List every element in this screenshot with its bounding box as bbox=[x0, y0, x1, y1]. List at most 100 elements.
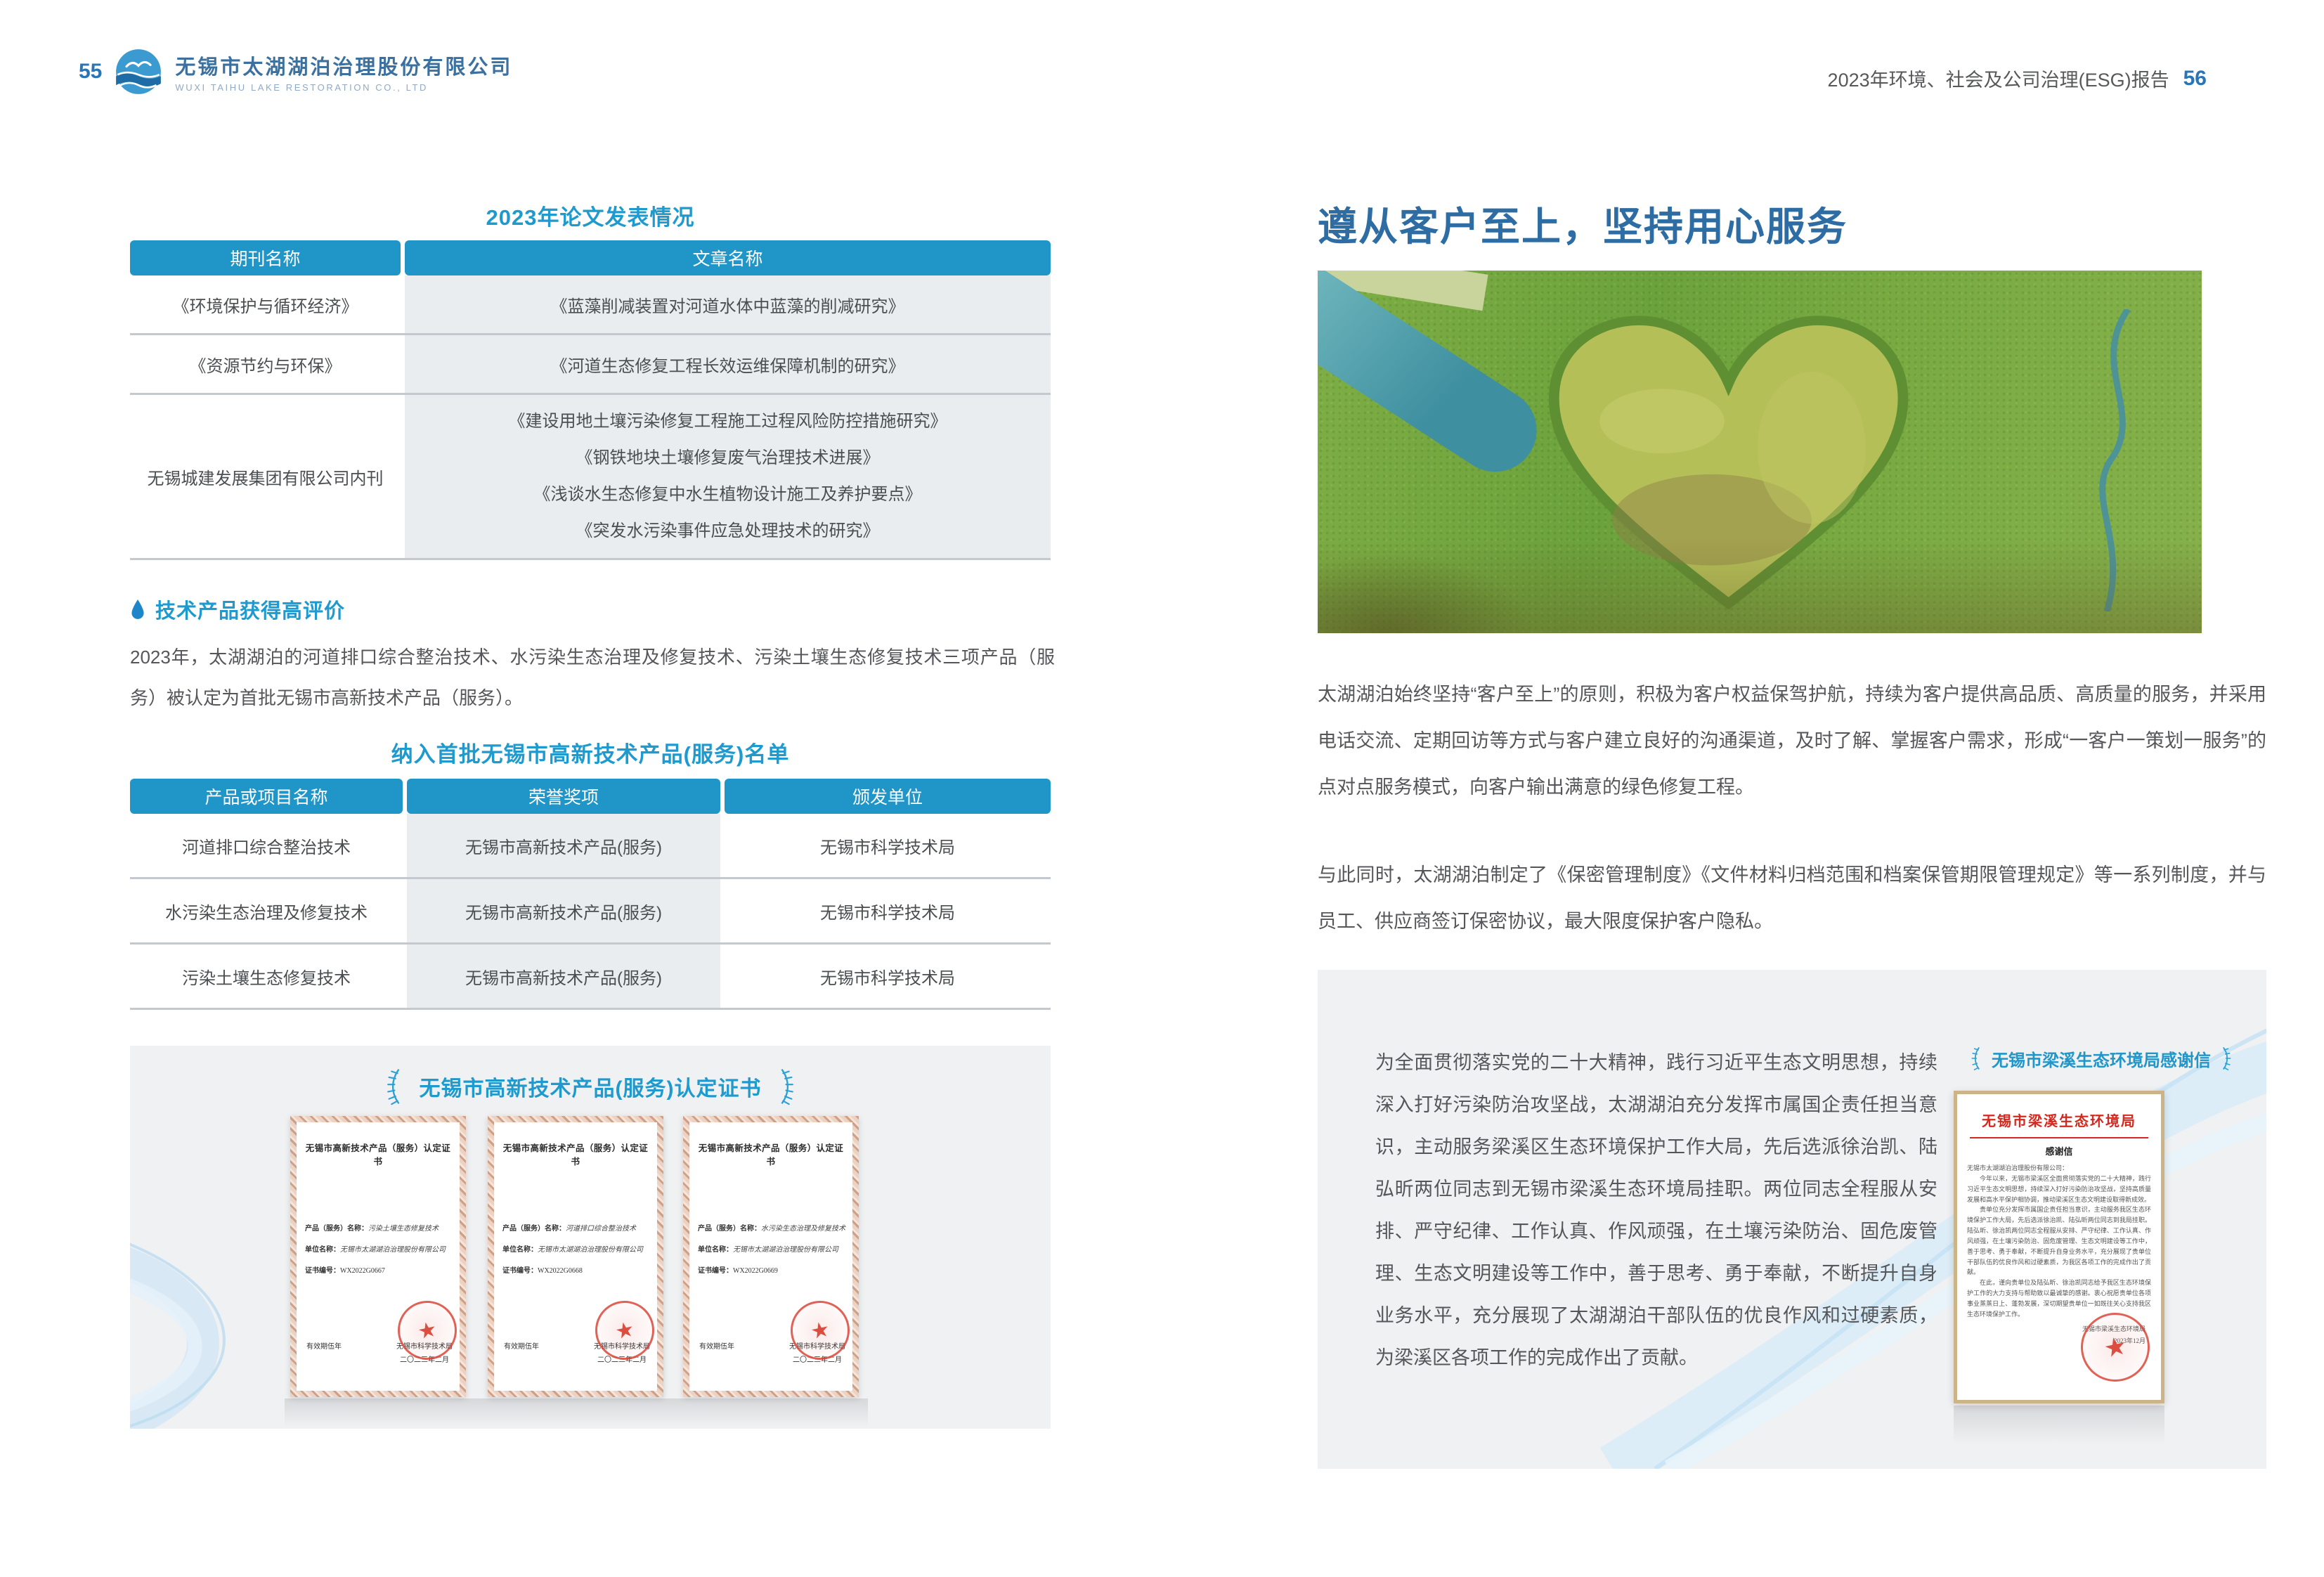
issuer-cell: 无锡市科学技术局 bbox=[725, 814, 1051, 877]
field-value: 无锡市太湖湖泊治理股份有限公司 bbox=[733, 1246, 838, 1254]
tech-section-heading: 技术产品获得高评价 bbox=[130, 595, 345, 624]
award-cell: 无锡市高新技术产品(服务) bbox=[407, 879, 720, 942]
field-value: WX2022G0667 bbox=[340, 1267, 385, 1275]
field-label: 单位名称： bbox=[698, 1246, 733, 1254]
left-page-number: 55 bbox=[79, 60, 102, 84]
papers-col-article: 文章名称 bbox=[405, 240, 1051, 275]
field-value: WX2022G0669 bbox=[733, 1267, 778, 1275]
letter-reflection bbox=[1954, 1406, 2164, 1444]
company-name-cn: 无锡市太湖湖泊治理股份有限公司 bbox=[175, 51, 512, 80]
col-issuer: 颁发单位 bbox=[725, 779, 1051, 814]
laurel-right-icon bbox=[775, 1067, 798, 1106]
article-line: 《钢铁地块土壤修复废气治理技术进展》 bbox=[576, 440, 880, 476]
papers-col-journal: 期刊名称 bbox=[130, 240, 401, 275]
papers-table: 期刊名称 文章名称 《环境保护与循环经济》 《蓝藻削减装置对河道水体中蓝藻的削减… bbox=[130, 240, 1051, 560]
photo-shading bbox=[1318, 271, 2202, 633]
certificate: 无锡市高新技术产品（服务）认定证书 产品（服务）名称：污染土壤生态修复技术 单位… bbox=[290, 1116, 466, 1397]
customer-paragraph-2: 与此同时，太湖湖泊制定了《保密管理制度》《文件材料归档范围和档案保管期限管理规定… bbox=[1318, 852, 2266, 945]
certificates-heading: 无锡市高新技术产品(服务)认定证书 bbox=[130, 1067, 1051, 1106]
certificates-reflection bbox=[285, 1398, 868, 1427]
letter-paragraph: 贵单位充分发挥市属国企责任担当意识，主动服务我区生态环境保护工作大局，先后选派徐… bbox=[1967, 1205, 2151, 1278]
certificate-fields: 产品（服务）名称：水污染生态治理及修复技术 单位名称：无锡市太湖湖泊治理股份有限… bbox=[698, 1222, 845, 1285]
left-page-header: 55 无锡市太湖湖泊治理股份有限公司 WUXI TAIHU LAKE RESTO… bbox=[79, 45, 512, 98]
letter-paragraph: 今年以来，无锡市梁溪区全面贯彻落实党的二十大精神，践行习近平生态文明思想，持续深… bbox=[1967, 1174, 2151, 1205]
liangxi-story-card: 为全面贯彻落实党的二十大精神，践行习近平生态文明思想，持续深入打好污染防治攻坚战… bbox=[1318, 970, 2266, 1469]
col-product: 产品或项目名称 bbox=[130, 779, 403, 814]
hightech-table-title: 纳入首批无锡市高新技术产品(服务)名单 bbox=[130, 736, 1051, 768]
field-value: 无锡市太湖湖泊治理股份有限公司 bbox=[340, 1246, 446, 1254]
certificates-card: 无锡市高新技术产品(服务)认定证书 无锡市高新技术产品（服务）认定证书 产品（服… bbox=[130, 1046, 1051, 1429]
table-row: 水污染生态治理及修复技术 无锡市高新技术产品(服务) 无锡市科学技术局 bbox=[130, 879, 1051, 945]
company-name-en: WUXI TAIHU LAKE RESTORATION CO., LTD bbox=[175, 82, 512, 93]
journal-cell: 无锡城建发展集团有限公司内刊 bbox=[130, 395, 401, 558]
certificate-fields: 产品（服务）名称：污染土壤生态修复技术 单位名称：无锡市太湖湖泊治理股份有限公司… bbox=[305, 1222, 453, 1285]
field-label: 证书编号： bbox=[502, 1267, 538, 1275]
certificate-fields: 产品（服务）名称：河道排口综合整治技术 单位名称：无锡市太湖湖泊治理股份有限公司… bbox=[502, 1222, 650, 1285]
certificate-title: 无锡市高新技术产品（服务）认定证书 bbox=[695, 1141, 847, 1167]
field-label: 产品（服务）名称： bbox=[502, 1225, 566, 1233]
company-name-block: 无锡市太湖湖泊治理股份有限公司 WUXI TAIHU LAKE RESTORAT… bbox=[175, 51, 512, 93]
field-label: 单位名称： bbox=[502, 1246, 538, 1254]
laurel-right-icon bbox=[2219, 1046, 2233, 1071]
article-line: 《突发水污染事件应急处理技术的研究》 bbox=[576, 513, 880, 550]
table-row: 《资源节约与环保》 《河道生态修复工程长效运维保障机制的研究》 bbox=[130, 335, 1051, 395]
certificate-title: 无锡市高新技术产品（服务）认定证书 bbox=[500, 1141, 651, 1167]
table-row: 《环境保护与循环经济》 《蓝藻削减装置对河道水体中蓝藻的削减研究》 bbox=[130, 275, 1051, 335]
papers-table-header: 期刊名称 文章名称 bbox=[130, 240, 1051, 275]
field-label: 产品（服务）名称： bbox=[305, 1225, 368, 1233]
article-cell: 《河道生态修复工程长效运维保障机制的研究》 bbox=[405, 335, 1051, 393]
field-label: 证书编号： bbox=[305, 1267, 340, 1275]
tech-paragraph: 2023年，太湖湖泊的河道排口综合整治技术、水污染生态治理及修复技术、污染土壤生… bbox=[130, 637, 1055, 718]
certificate: 无锡市高新技术产品（服务）认定证书 产品（服务）名称：河道排口综合整治技术 单位… bbox=[488, 1116, 663, 1397]
page-title: 遵从客户至上，坚持用心服务 bbox=[1318, 195, 1848, 252]
right-page-header: 2023年环境、社会及公司治理(ESG)报告 56 bbox=[1828, 65, 2207, 92]
hightech-table: 产品或项目名称 荣誉奖项 颁发单位 河道排口综合整治技术 无锡市高新技术产品(服… bbox=[130, 779, 1051, 1010]
company-logo-icon bbox=[115, 48, 162, 96]
issuer-cell: 无锡市科学技术局 bbox=[725, 879, 1051, 942]
field-value: 水污染生态治理及修复技术 bbox=[761, 1225, 845, 1233]
certificate-validity: 有效期伍年 bbox=[699, 1340, 734, 1367]
journal-cell: 《资源节约与环保》 bbox=[130, 335, 401, 393]
certificates-heading-text: 无锡市高新技术产品(服务)认定证书 bbox=[420, 1071, 762, 1102]
right-page-number: 56 bbox=[2183, 67, 2207, 91]
article-cell: 《建设用地土壤污染修复工程施工过程风险防控措施研究》 《钢铁地块土壤修复废气治理… bbox=[405, 395, 1051, 558]
customer-paragraph-1: 太湖湖泊始终坚持“客户至上”的原则，积极为客户权益保驾护航，持续为客户提供高品质… bbox=[1318, 671, 2266, 810]
field-value: 河道排口综合整治技术 bbox=[566, 1225, 636, 1233]
product-cell: 水污染生态治理及修复技术 bbox=[130, 879, 403, 942]
letter-title: 无锡市梁溪生态环境局 bbox=[1967, 1110, 2151, 1130]
certificate-validity: 有效期伍年 bbox=[306, 1340, 342, 1367]
table-row: 无锡城建发展集团有限公司内刊 《建设用地土壤污染修复工程施工过程风险防控措施研究… bbox=[130, 395, 1051, 560]
field-label: 产品（服务）名称： bbox=[698, 1225, 761, 1233]
field-value: 污染土壤生态修复技术 bbox=[368, 1225, 439, 1233]
article-line: 《浅谈水生态修复中水生植物设计施工及养护要点》 bbox=[534, 476, 922, 513]
letter-subtitle: 感谢信 bbox=[1967, 1144, 2151, 1157]
letter-label: 无锡市梁溪生态环境局感谢信 bbox=[1936, 1046, 2266, 1071]
letter-salutation: 无锡市太湖湖泊治理股份有限公司： bbox=[1967, 1163, 2151, 1174]
field-label: 证书编号： bbox=[698, 1267, 733, 1275]
esg-report-spread: 55 无锡市太湖湖泊治理股份有限公司 WUXI TAIHU LAKE RESTO… bbox=[0, 0, 2324, 1577]
award-cell: 无锡市高新技术产品(服务) bbox=[407, 814, 720, 877]
article-line: 《建设用地土壤污染修复工程施工过程风险防控措施研究》 bbox=[509, 403, 947, 440]
letter-body: 无锡市太湖湖泊治理股份有限公司： 今年以来，无锡市梁溪区全面贯彻落实党的二十大精… bbox=[1967, 1163, 2151, 1320]
letter-divider bbox=[1970, 1137, 2148, 1138]
table-row: 污染土壤生态修复技术 无锡市高新技术产品(服务) 无锡市科学技术局 bbox=[130, 945, 1051, 1010]
tech-heading-text: 技术产品获得高评价 bbox=[155, 595, 345, 624]
thank-you-letter: 无锡市梁溪生态环境局 感谢信 无锡市太湖湖泊治理股份有限公司： 今年以来，无锡市… bbox=[1954, 1091, 2164, 1403]
table-row: 河道排口综合整治技术 无锡市高新技术产品(服务) 无锡市科学技术局 bbox=[130, 814, 1051, 879]
field-value: WX2022G0668 bbox=[538, 1267, 583, 1275]
field-label: 单位名称： bbox=[305, 1246, 340, 1254]
col-award: 荣誉奖项 bbox=[407, 779, 720, 814]
story-body-text: 为全面贯彻落实党的二十大精神，践行习近平生态文明思想，持续深入打好污染防治攻坚战… bbox=[1375, 1041, 1937, 1379]
issuer-cell: 无锡市科学技术局 bbox=[725, 945, 1051, 1008]
article-cell: 《蓝藻削减装置对河道水体中蓝藻的削减研究》 bbox=[405, 275, 1051, 333]
certificate-title: 无锡市高新技术产品（服务）认定证书 bbox=[302, 1141, 454, 1167]
letter-label-text: 无锡市梁溪生态环境局感谢信 bbox=[1992, 1046, 2211, 1071]
laurel-left-icon bbox=[1969, 1046, 1983, 1071]
papers-table-title: 2023年论文发表情况 bbox=[130, 200, 1051, 231]
laurel-left-icon bbox=[383, 1067, 405, 1106]
journal-cell: 《环境保护与循环经济》 bbox=[130, 275, 401, 333]
product-cell: 河道排口综合整治技术 bbox=[130, 814, 403, 877]
award-cell: 无锡市高新技术产品(服务) bbox=[407, 945, 720, 1008]
water-drop-icon bbox=[130, 599, 145, 620]
product-cell: 污染土壤生态修复技术 bbox=[130, 945, 403, 1008]
